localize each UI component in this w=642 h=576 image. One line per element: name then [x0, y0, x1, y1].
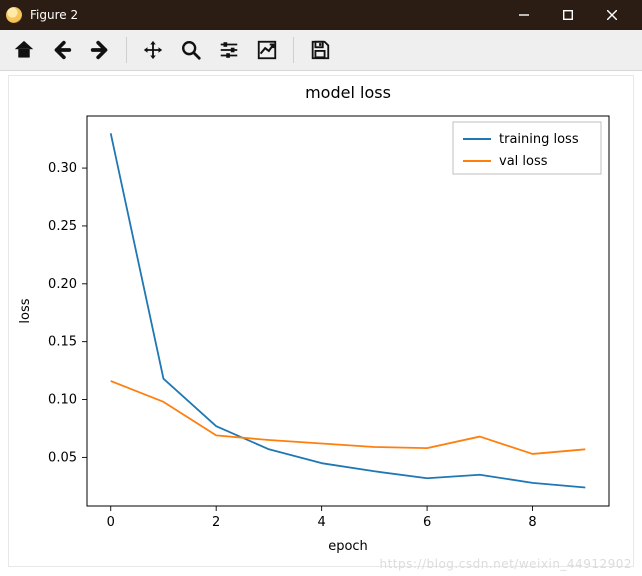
watermark-text: https://blog.csdn.net/weixin_44912902 — [379, 557, 632, 571]
move-icon — [142, 39, 164, 61]
y-tick-label: 0.10 — [48, 393, 77, 408]
app-icon — [6, 7, 22, 23]
x-tick-label: 0 — [107, 515, 115, 530]
configure-subplots-button[interactable] — [211, 34, 247, 66]
legend-label: training loss — [499, 132, 579, 147]
toolbar-separator — [126, 37, 127, 63]
titlebar: Figure 2 — [0, 0, 642, 30]
zoom-button[interactable] — [173, 34, 209, 66]
y-tick-label: 0.05 — [48, 450, 77, 465]
save-button[interactable] — [302, 34, 338, 66]
toolbar-separator — [293, 37, 294, 63]
plot-svg: 0 2 4 6 8 0.05 0.10 0.15 0.20 0.25 0.30 model loss e… — [9, 76, 633, 566]
y-tick-label: 0.25 — [48, 219, 77, 234]
chart-title: model loss — [305, 83, 391, 102]
x-tick-label: 6 — [423, 515, 431, 530]
edit-axes-button[interactable] — [249, 34, 285, 66]
home-button[interactable] — [6, 34, 42, 66]
y-tick-label: 0.20 — [48, 277, 77, 292]
y-tick-label: 0.15 — [48, 335, 77, 350]
save-icon — [309, 39, 331, 61]
back-arrow-icon — [51, 39, 73, 61]
figure-canvas[interactable]: 0 2 4 6 8 0.05 0.10 0.15 0.20 0.25 0.30 model loss e… — [0, 71, 642, 576]
legend-label: val loss — [499, 154, 548, 169]
forward-arrow-icon — [89, 39, 111, 61]
x-tick-label: 2 — [212, 515, 220, 530]
plot-frame: 0 2 4 6 8 0.05 0.10 0.15 0.20 0.25 0.30 model loss e… — [8, 75, 634, 567]
back-button[interactable] — [44, 34, 80, 66]
sliders-icon — [218, 39, 240, 61]
y-axis-label: loss — [18, 298, 33, 323]
toolbar — [0, 30, 642, 71]
chart-line-icon — [256, 39, 278, 61]
home-icon — [13, 39, 35, 61]
maximize-button[interactable] — [546, 0, 590, 30]
x-axis-label: epoch — [328, 539, 368, 554]
x-tick-label: 4 — [317, 515, 325, 530]
x-tick-label: 8 — [528, 515, 536, 530]
y-tick-label: 0.30 — [48, 161, 77, 176]
window-title: Figure 2 — [30, 8, 502, 22]
forward-button[interactable] — [82, 34, 118, 66]
minimize-button[interactable] — [502, 0, 546, 30]
magnify-icon — [180, 39, 202, 61]
pan-button[interactable] — [135, 34, 171, 66]
close-button[interactable] — [590, 0, 634, 30]
